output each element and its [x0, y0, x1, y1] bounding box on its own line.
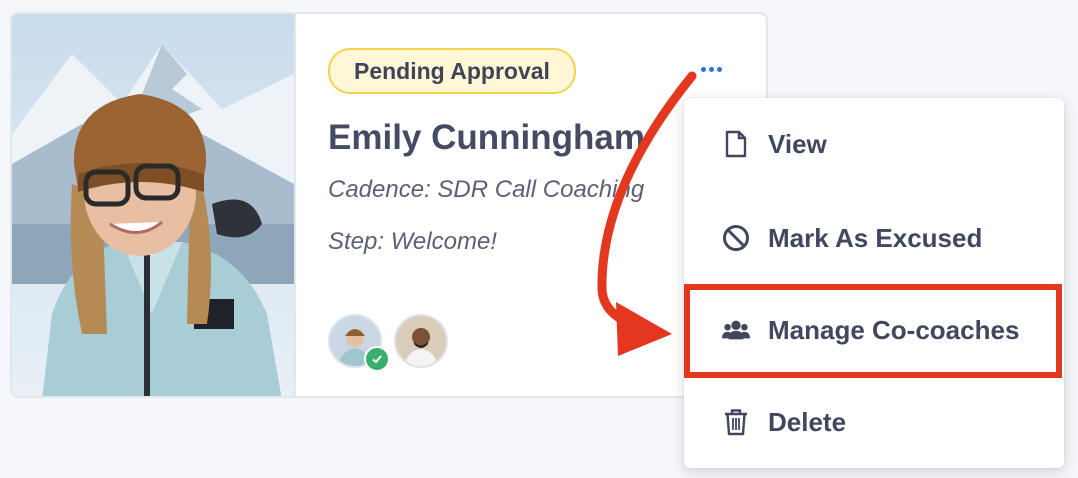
- more-dot: [700, 66, 706, 72]
- menu-item-mark-as-excused[interactable]: Mark As Excused: [684, 208, 1064, 268]
- coachee-photo: [12, 14, 296, 396]
- more-dot: [708, 66, 714, 72]
- more-dot: [716, 66, 722, 72]
- users-icon: [722, 316, 750, 344]
- more-options-button[interactable]: [694, 58, 728, 80]
- ban-icon: [722, 224, 750, 252]
- document-icon: [722, 130, 750, 158]
- menu-item-manage-co-coaches[interactable]: Manage Co-coaches: [684, 300, 1064, 360]
- actions-dropdown-menu: View Mark As Excused Manage Co-coaches D…: [684, 98, 1064, 468]
- menu-item-label: Mark As Excused: [768, 222, 983, 253]
- cadence-label: Cadence: SDR Call Coaching: [328, 176, 645, 203]
- trash-icon: [722, 408, 750, 436]
- coach-avatar[interactable]: [394, 314, 448, 368]
- menu-item-label: Manage Co-coaches: [768, 314, 1020, 345]
- menu-item-view[interactable]: View: [684, 114, 1064, 174]
- status-badge: Pending Approval: [328, 48, 576, 94]
- menu-item-delete[interactable]: Delete: [684, 392, 1064, 452]
- menu-item-label: Delete: [768, 406, 847, 437]
- approved-check-icon: [364, 346, 390, 372]
- session-card: Pending Approval Emily Cunningham Cadenc…: [10, 12, 768, 398]
- menu-item-label: View: [768, 128, 827, 159]
- coachee-name: Emily Cunningham: [328, 118, 645, 157]
- step-label: Step: Welcome!: [328, 228, 497, 255]
